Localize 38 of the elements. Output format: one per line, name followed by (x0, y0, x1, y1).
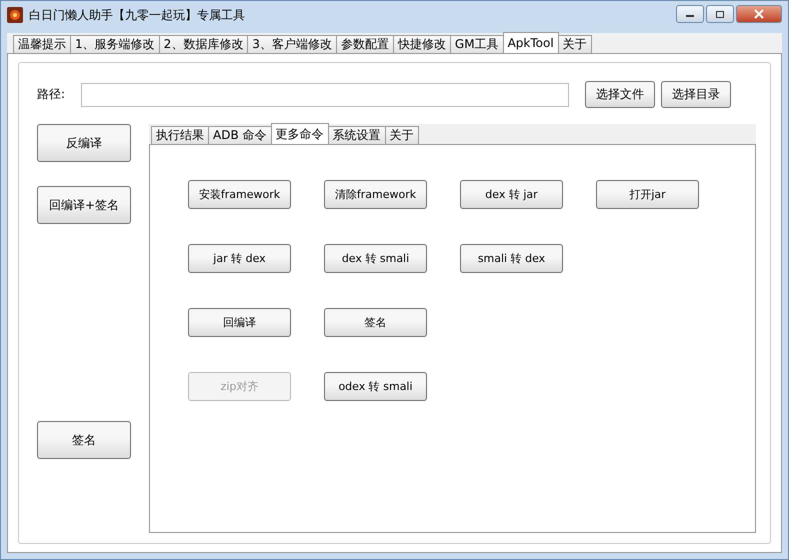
command-button[interactable]: jar 转 dex (188, 244, 291, 273)
command-button[interactable]: 签名 (324, 308, 427, 337)
action-button[interactable]: 签名 (37, 421, 131, 459)
command-button[interactable]: dex 转 jar (460, 180, 563, 209)
command-button[interactable]: 清除framework (324, 180, 427, 209)
tab[interactable]: 3、客户端修改 (247, 35, 337, 53)
tab[interactable]: 执行结果 (151, 126, 209, 144)
browse-button[interactable]: 选择文件 (585, 81, 655, 108)
action-button[interactable]: 反编译 (37, 124, 131, 162)
tab[interactable]: 温馨提示 (13, 35, 71, 53)
window-title: 白日门懒人助手【九零一起玩】专属工具 (29, 6, 245, 24)
tab[interactable]: 关于 (384, 126, 418, 144)
tab[interactable]: 2、数据库修改 (158, 35, 248, 53)
app-icon (7, 7, 23, 23)
tab[interactable]: 1、服务端修改 (70, 35, 160, 53)
command-button[interactable]: 打开jar (596, 180, 699, 209)
path-label: 路径: (37, 86, 66, 103)
command-button[interactable]: dex 转 smali (324, 244, 427, 273)
command-button[interactable]: odex 转 smali (324, 372, 427, 401)
action-button[interactable]: 回编译+签名 (37, 186, 131, 224)
tab[interactable]: 关于 (558, 35, 592, 53)
close-button[interactable] (736, 5, 782, 23)
tab[interactable]: ADB 命令 (208, 126, 272, 144)
tab[interactable]: 系统设置 (328, 126, 386, 144)
path-field[interactable] (81, 82, 569, 106)
browse-button[interactable]: 选择目录 (661, 81, 731, 108)
command-button[interactable]: 回编译 (188, 308, 291, 337)
tab[interactable]: 快捷修改 (392, 35, 451, 53)
tab[interactable]: GM工具 (450, 35, 504, 53)
maximize-icon (715, 10, 725, 18)
command-button[interactable]: smali 转 dex (460, 244, 563, 273)
command-button[interactable]: 安装framework (188, 180, 291, 209)
tab[interactable]: 参数配置 (336, 35, 394, 53)
tab[interactable]: ApkTool (502, 32, 559, 53)
close-icon (754, 9, 764, 19)
tab[interactable]: 更多命令 (270, 123, 328, 144)
minimize-button[interactable] (676, 5, 704, 23)
maximize-button[interactable] (706, 5, 734, 23)
